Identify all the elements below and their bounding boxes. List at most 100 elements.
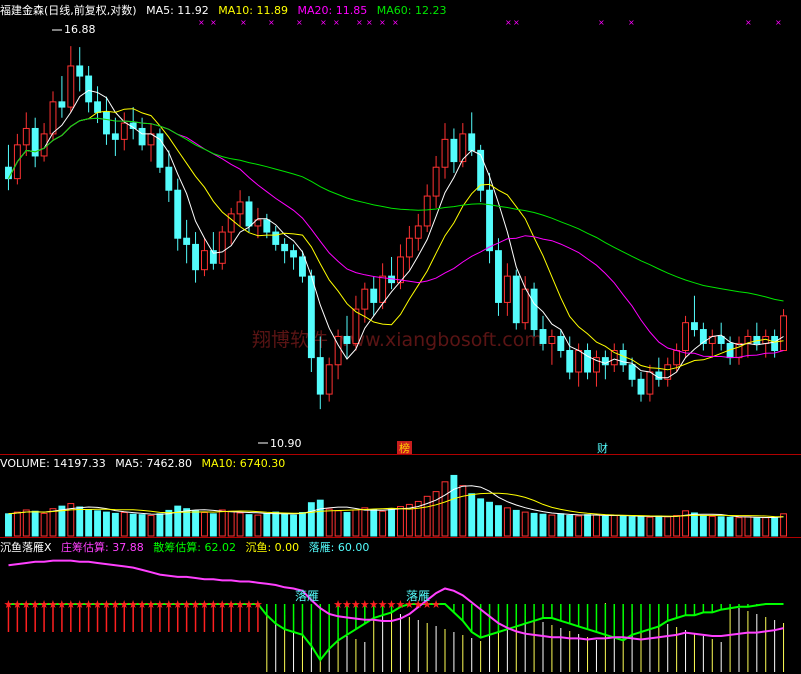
candle[interactable]: [165, 166, 173, 191]
volume-bar[interactable]: [120, 512, 128, 537]
volume-bar[interactable]: [192, 510, 199, 537]
candle[interactable]: [539, 329, 547, 344]
candle[interactable]: [307, 275, 315, 359]
candle[interactable]: [414, 225, 422, 239]
volume-bar[interactable]: [486, 501, 493, 537]
volume-bar[interactable]: [664, 516, 672, 537]
volume-bar[interactable]: [156, 513, 164, 537]
candle[interactable]: [646, 371, 654, 395]
badge-cai-text[interactable]: 财: [597, 441, 608, 455]
candle[interactable]: [673, 350, 681, 366]
volume-bar[interactable]: [174, 505, 182, 537]
candle[interactable]: [575, 350, 583, 373]
volume-bar[interactable]: [218, 509, 226, 537]
volume-bar[interactable]: [227, 510, 235, 537]
candle[interactable]: [263, 219, 271, 233]
volume-bar[interactable]: [49, 508, 57, 537]
candle[interactable]: [361, 288, 369, 310]
volume-bar[interactable]: [201, 512, 208, 537]
volume-bar[interactable]: [343, 512, 351, 537]
volume-bar[interactable]: [655, 515, 663, 537]
volume-bar[interactable]: [628, 516, 636, 537]
candle[interactable]: [103, 111, 110, 135]
candle[interactable]: [468, 133, 476, 151]
volume-bar[interactable]: [512, 509, 520, 537]
volume-bar[interactable]: [388, 508, 395, 537]
candle[interactable]: [290, 250, 297, 258]
volume-bar[interactable]: [370, 509, 378, 537]
volume-bar[interactable]: [503, 507, 511, 537]
volume-bar[interactable]: [691, 512, 698, 537]
candle[interactable]: [664, 364, 672, 380]
candle[interactable]: [272, 231, 280, 245]
volume-bar[interactable]: [646, 516, 654, 537]
volume-bar[interactable]: [530, 512, 538, 537]
candle[interactable]: [423, 195, 431, 227]
volume-bar[interactable]: [432, 491, 440, 537]
volume-bar[interactable]: [548, 514, 556, 537]
volume-bar[interactable]: [147, 515, 155, 537]
volume-bar[interactable]: [521, 511, 529, 537]
volume-bar[interactable]: [619, 515, 627, 537]
candle[interactable]: [94, 101, 101, 113]
candle[interactable]: [370, 288, 378, 303]
candle[interactable]: [352, 308, 360, 344]
candle[interactable]: [218, 231, 226, 264]
candle[interactable]: [281, 243, 289, 252]
candle[interactable]: [343, 335, 351, 344]
volume-bar[interactable]: [209, 513, 217, 537]
candle[interactable]: [58, 101, 66, 108]
volume-bar[interactable]: [263, 512, 271, 537]
volume-bar[interactable]: [441, 481, 449, 537]
candle[interactable]: [584, 350, 591, 373]
candle[interactable]: [174, 189, 182, 239]
volume-bar[interactable]: [771, 516, 779, 537]
volume-bar[interactable]: [575, 515, 583, 537]
volume-bar[interactable]: [593, 514, 600, 537]
candle[interactable]: [548, 335, 556, 344]
volume-bar[interactable]: [307, 502, 315, 537]
candle[interactable]: [780, 315, 787, 352]
candle[interactable]: [495, 250, 502, 303]
volume-bar[interactable]: [31, 510, 39, 537]
volume-bar[interactable]: [397, 506, 404, 537]
volume-bar[interactable]: [236, 512, 244, 537]
volume-bar[interactable]: [726, 516, 734, 537]
candle[interactable]: [432, 166, 440, 197]
volume-bar[interactable]: [699, 515, 707, 537]
candle[interactable]: [138, 127, 146, 146]
candle[interactable]: [111, 133, 119, 140]
volume-bar[interactable]: [138, 514, 146, 537]
volume-bar[interactable]: [495, 505, 502, 537]
candle[interactable]: [557, 335, 565, 352]
volume-bar[interactable]: [316, 499, 324, 537]
candle[interactable]: [5, 166, 12, 180]
candle[interactable]: [637, 378, 645, 395]
volume-bar[interactable]: [76, 506, 84, 537]
candle[interactable]: [486, 189, 493, 252]
volume-bar[interactable]: [610, 515, 618, 537]
candle[interactable]: [379, 275, 387, 303]
candle[interactable]: [192, 243, 199, 271]
volume-bar[interactable]: [557, 513, 565, 537]
candle[interactable]: [477, 149, 485, 191]
volume-bar[interactable]: [183, 508, 191, 537]
volume-bar[interactable]: [103, 511, 110, 537]
volume-bar[interactable]: [334, 510, 342, 537]
candle[interactable]: [405, 237, 413, 258]
volume-bar[interactable]: [708, 515, 716, 537]
volume-bar[interactable]: [566, 515, 574, 537]
candle[interactable]: [566, 350, 574, 373]
candle[interactable]: [441, 138, 449, 168]
candle[interactable]: [512, 275, 520, 324]
volume-bar[interactable]: [272, 511, 280, 537]
candle[interactable]: [530, 288, 538, 331]
candle[interactable]: [299, 256, 306, 277]
candle[interactable]: [49, 101, 57, 135]
volume-bar[interactable]: [325, 508, 333, 537]
volume-bar[interactable]: [762, 517, 770, 537]
volume-bar[interactable]: [22, 509, 30, 537]
volume-bar[interactable]: [290, 514, 297, 537]
candle[interactable]: [120, 122, 128, 140]
volume-bar[interactable]: [245, 514, 253, 537]
